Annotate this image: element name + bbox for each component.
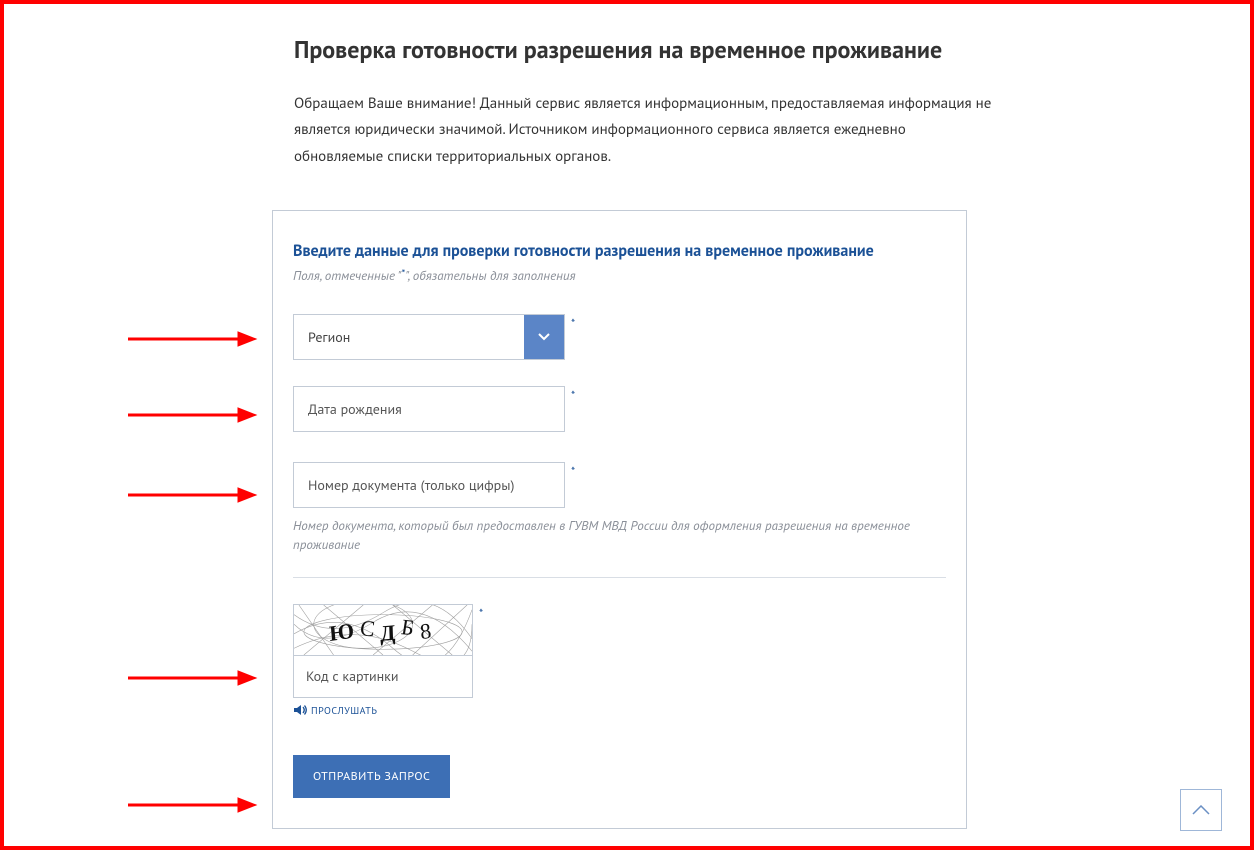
captcha-listen-link[interactable]: ПРОСЛУШАТЬ: [293, 704, 377, 717]
chevron-up-icon: [1192, 805, 1210, 815]
submit-button[interactable]: ОТПРАВИТЬ ЗАПРОС: [293, 755, 450, 798]
doc-field[interactable]: [293, 462, 565, 508]
select-toggle[interactable]: [524, 315, 564, 359]
pointer-arrow: [126, 484, 256, 506]
dob-input[interactable]: [294, 387, 564, 431]
doc-input[interactable]: [294, 463, 564, 507]
pointer-arrow: [126, 667, 256, 689]
required-asterisk: *: [571, 316, 575, 331]
region-select[interactable]: Регион: [293, 314, 565, 360]
region-field-row: Регион *: [293, 314, 946, 360]
doc-hint: Номер документа, который был предоставле…: [293, 516, 946, 555]
required-note: Поля, отмеченные "*", обязательны для за…: [293, 267, 946, 284]
captcha-text: ЮСДБ8: [293, 605, 473, 655]
listen-label: ПРОСЛУШАТЬ: [311, 704, 377, 717]
separator: [293, 577, 946, 578]
captcha-block: ЮСДБ8 * ПРОСЛУШАТЬ: [293, 604, 946, 722]
required-asterisk: *: [479, 606, 483, 621]
page-title: Проверка готовности разрешения на времен…: [294, 34, 994, 65]
doc-field-row: *: [293, 462, 946, 508]
scroll-top-button[interactable]: [1180, 789, 1222, 831]
region-placeholder: Регион: [294, 328, 524, 346]
required-note-text: Поля, отмеченные ": [293, 267, 402, 284]
pointer-arrow: [126, 794, 256, 816]
dob-field[interactable]: [293, 386, 565, 432]
required-asterisk: *: [571, 464, 575, 479]
required-note-text: ", обязательны для заполнения: [405, 267, 575, 284]
form-card: Введите данные для проверки готовности р…: [272, 210, 967, 830]
required-asterisk: *: [571, 388, 575, 403]
speaker-icon: [293, 704, 307, 716]
screenshot-frame: Проверка готовности разрешения на времен…: [0, 0, 1254, 850]
pointer-arrow: [126, 404, 256, 426]
captcha-image: ЮСДБ8: [293, 604, 473, 656]
chevron-down-icon: [538, 333, 550, 341]
dob-field-row: *: [293, 386, 946, 432]
pointer-arrow: [126, 328, 256, 350]
captcha-input[interactable]: [293, 656, 473, 698]
form-title: Введите данные для проверки готовности р…: [293, 241, 946, 261]
intro-text: Обращаем Ваше внимание! Данный сервис яв…: [294, 91, 994, 170]
